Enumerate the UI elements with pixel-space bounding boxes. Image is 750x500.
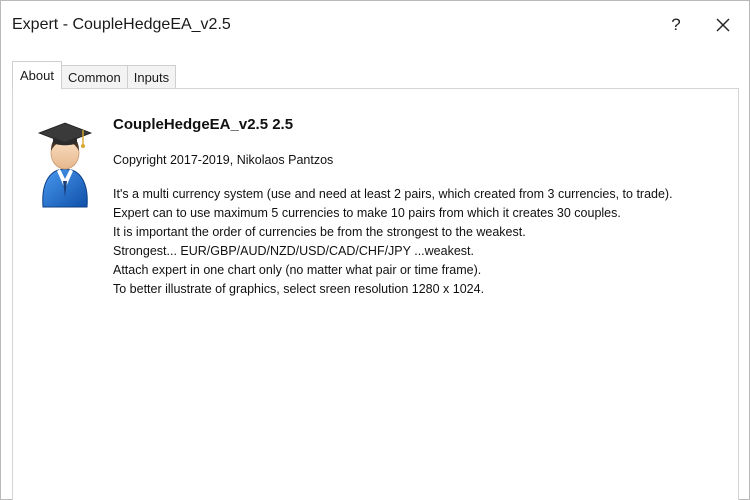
tab-inputs-label[interactable]: Inputs xyxy=(134,70,169,85)
tab-about[interactable]: About xyxy=(12,61,62,89)
description: It's a multi currency system (use and ne… xyxy=(113,185,733,299)
help-button[interactable]: ? xyxy=(656,9,696,41)
tab-common[interactable]: Common xyxy=(60,65,128,89)
description-line: Expert can to use maximum 5 currencies t… xyxy=(113,206,621,220)
expert-dialog: Expert - CoupleHedgeEA_v2.5 ? About Comm… xyxy=(0,0,750,500)
description-line: It is important the order of currencies … xyxy=(113,225,526,239)
graduate-user-icon xyxy=(37,122,93,208)
copyright-text: Copyright 2017-2019, Nikolaos Pantzos xyxy=(113,153,334,167)
title-bar: Expert - CoupleHedgeEA_v2.5 ? xyxy=(1,1,749,51)
tab-common-label[interactable]: Common xyxy=(68,70,121,85)
window-title: Expert - CoupleHedgeEA_v2.5 xyxy=(12,16,231,33)
description-line: To better illustrate of graphics, select… xyxy=(113,282,485,296)
tab-about-label[interactable]: About xyxy=(20,68,54,83)
description-line: Attach expert in one chart only (no matt… xyxy=(113,263,482,277)
about-content: CoupleHedgeEA_v2.5 2.5 Copyright 2017-20… xyxy=(113,116,733,299)
tab-inputs[interactable]: Inputs xyxy=(126,65,177,89)
close-button[interactable] xyxy=(703,9,743,41)
expert-name-version: CoupleHedgeEA_v2.5 2.5 xyxy=(113,116,294,133)
tab-strip: About Common Inputs xyxy=(12,61,177,89)
description-line: It's a multi currency system (use and ne… xyxy=(113,187,673,201)
description-line: Strongest... EUR/GBP/AUD/NZD/USD/CAD/CHF… xyxy=(113,244,474,258)
close-icon[interactable] xyxy=(716,18,730,32)
help-button-label[interactable]: ? xyxy=(671,15,680,35)
